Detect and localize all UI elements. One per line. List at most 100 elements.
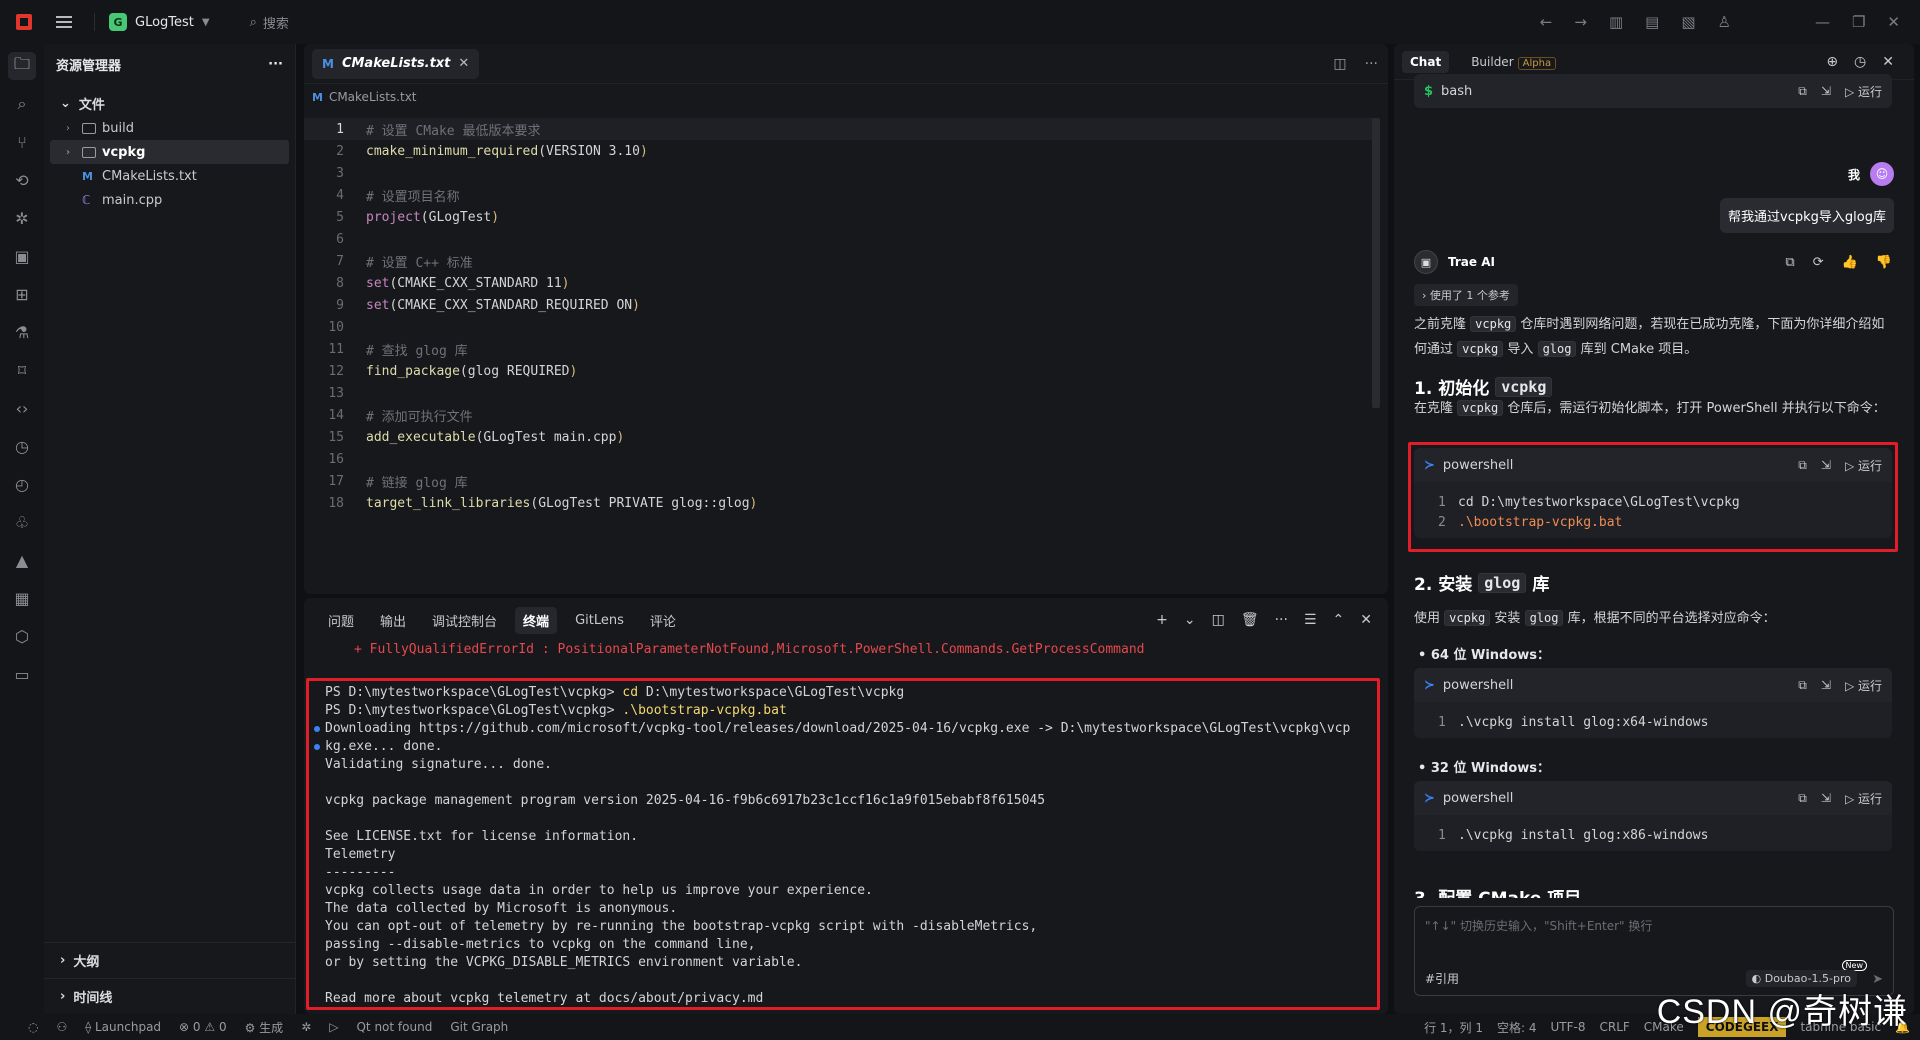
insert-icon[interactable]: ⇲	[1821, 458, 1831, 472]
trash-icon[interactable]: 🗑	[1241, 612, 1259, 628]
tree-item-main-cpp[interactable]: ℂ main.cpp	[50, 188, 289, 212]
settings-sliders-icon[interactable]: ☰	[1304, 612, 1317, 628]
code-line[interactable]: 8 set(CMAKE_CXX_STANDARD 11)	[304, 272, 1374, 294]
code-line[interactable]: 17 # 链接 glog 库	[304, 470, 1374, 492]
maximize-panel-icon[interactable]: ⌃	[1333, 612, 1345, 628]
forward-arrow-icon[interactable]: →	[1574, 13, 1587, 31]
new-chat-icon[interactable]: ⊕	[1826, 54, 1838, 70]
code-line[interactable]: 15 add_executable(GLogTest main.cpp)	[304, 426, 1374, 448]
hamburger-menu-icon[interactable]	[56, 14, 72, 30]
copy-icon[interactable]: ⧉	[1798, 458, 1807, 473]
tree-item-cmakelists[interactable]: M CMakeLists.txt	[50, 164, 289, 188]
code-line[interactable]: 7 # 设置 C++ 标准	[304, 250, 1374, 272]
timeline-icon[interactable]: ◷	[8, 432, 36, 460]
toggle-sidebar-icon[interactable]: ▥	[1609, 13, 1623, 31]
tab-problems[interactable]: 问题	[320, 607, 362, 634]
tree-item-build[interactable]: › build	[50, 116, 289, 140]
search-icon[interactable]: ⌕	[8, 90, 36, 118]
bookmark-icon[interactable]: ⌑	[8, 356, 36, 384]
run-button[interactable]: ▷ 运行	[1845, 83, 1882, 100]
more-actions-icon[interactable]: ···	[1275, 612, 1288, 628]
code-line[interactable]: 14 # 添加可执行文件	[304, 404, 1374, 426]
code-line[interactable]: 6	[304, 228, 1374, 250]
remote-icon[interactable]: ⟲	[8, 166, 36, 194]
new-terminal-icon[interactable]: +	[1156, 612, 1168, 628]
history-icon[interactable]: ◴	[8, 470, 36, 498]
chevron-down-icon[interactable]: ▼	[202, 17, 210, 28]
debug-icon[interactable]: ✲	[8, 204, 36, 232]
outline-section-header[interactable]: › 大纲	[44, 942, 295, 978]
chat-input[interactable]: "↑↓" 切换历史输入，"Shift+Enter" 换行 #引用 New ◐ D…	[1414, 906, 1894, 996]
run-button[interactable]: ▷ 运行	[1845, 790, 1882, 807]
code-line[interactable]: 9 set(CMAKE_CXX_STANDARD_REQUIRED ON)	[304, 294, 1374, 316]
tab-builder[interactable]: Builder Alpha	[1463, 51, 1564, 73]
code-line[interactable]: 5 project(GLogTest)	[304, 206, 1374, 228]
testing-icon[interactable]: ⚗	[8, 318, 36, 346]
run-icon[interactable]: ▷	[329, 1020, 338, 1034]
launchpad-item[interactable]: ⟠ Launchpad	[85, 1020, 161, 1034]
git-graph-item[interactable]: Git Graph	[450, 1020, 508, 1034]
tab-comments[interactable]: 评论	[642, 607, 684, 634]
thumbs-down-icon[interactable]: 👎	[1876, 255, 1892, 270]
history-icon[interactable]: ◷	[1854, 54, 1866, 70]
encoding[interactable]: UTF-8	[1551, 1020, 1586, 1034]
project-badge[interactable]: G	[109, 13, 127, 31]
docs-icon[interactable]: ▦	[8, 584, 36, 612]
code-line[interactable]: 13	[304, 382, 1374, 404]
line-ending[interactable]: CRLF	[1599, 1020, 1629, 1034]
explorer-icon[interactable]: 🗀	[8, 52, 36, 80]
regenerate-icon[interactable]: ⟳	[1813, 255, 1824, 270]
build-item[interactable]: ⚙ 生成	[245, 1019, 284, 1036]
more-actions-icon[interactable]: ···	[1365, 56, 1378, 72]
insert-icon[interactable]: ⇲	[1821, 84, 1831, 98]
package-icon[interactable]: ⬡	[8, 622, 36, 650]
split-editor-icon[interactable]: ◫	[1333, 56, 1346, 72]
minimize-icon[interactable]: —	[1815, 13, 1830, 31]
code-line[interactable]: 2 cmake_minimum_required(VERSION 3.10)	[304, 140, 1374, 162]
more-actions-icon[interactable]: ···	[268, 57, 283, 72]
code-line[interactable]: 16	[304, 448, 1374, 470]
split-terminal-icon[interactable]: ◫	[1212, 612, 1225, 628]
close-tab-icon[interactable]: ✕	[458, 56, 469, 71]
tab-terminal[interactable]: 终端	[515, 606, 558, 634]
close-icon[interactable]: ✕	[1882, 54, 1894, 70]
cmake-icon[interactable]: ▲	[8, 546, 36, 574]
terminal-icon[interactable]: ▭	[8, 660, 36, 688]
breadcrumb[interactable]: M CMakeLists.txt	[304, 84, 1388, 110]
code-line[interactable]: 12 find_package(glog REQUIRED)	[304, 360, 1374, 382]
copy-icon[interactable]: ⧉	[1798, 791, 1807, 806]
code-area[interactable]: 1 # 设置 CMake 最低版本要求 2 cmake_minimum_require…	[304, 118, 1374, 514]
toggle-secondary-sidebar-icon[interactable]: ▧	[1681, 13, 1695, 31]
tab-chat[interactable]: Chat	[1402, 50, 1450, 73]
close-panel-icon[interactable]: ✕	[1360, 612, 1372, 628]
cursor-position[interactable]: 行 1，列 1	[1424, 1019, 1483, 1036]
files-section-header[interactable]: ⌄ 文件	[44, 90, 295, 116]
insert-icon[interactable]: ⇲	[1821, 678, 1831, 692]
tree-item-vcpkg[interactable]: › vcpkg	[50, 140, 289, 164]
copy-icon[interactable]: ⧉	[1798, 678, 1807, 693]
run-button[interactable]: ▷ 运行	[1845, 457, 1882, 474]
terminal-output-highlight[interactable]: PS D:\mytestworkspace\GLogTest\vcpkg> cd…	[306, 678, 1380, 1010]
source-control-icon[interactable]: ⑂	[8, 128, 36, 156]
code-line[interactable]: 4 # 设置项目名称	[304, 184, 1374, 206]
remote-status-icon[interactable]: ◌	[28, 1020, 38, 1034]
tab-debug-console[interactable]: 调试控制台	[424, 607, 505, 634]
code-line[interactable]: 11 # 查找 glog 库	[304, 338, 1374, 360]
back-arrow-icon[interactable]: ←	[1540, 13, 1553, 31]
editor-scrollbar[interactable]	[1372, 118, 1380, 408]
tab-output[interactable]: 输出	[372, 607, 414, 634]
chevron-down-icon[interactable]: ⌄	[1184, 612, 1196, 628]
problems-item[interactable]: ⊗ 0 ⚠ 0	[179, 1020, 227, 1034]
close-window-icon[interactable]: ✕	[1887, 13, 1900, 31]
reference-chip[interactable]: › 使用了 1 个参考	[1414, 284, 1518, 306]
code-line[interactable]: 10	[304, 316, 1374, 338]
tab-cmakelists[interactable]: M CMakeLists.txt ✕	[312, 48, 480, 79]
timeline-section-header[interactable]: › 时间线	[44, 978, 295, 1014]
restore-icon[interactable]: ❐	[1852, 13, 1865, 31]
search-box[interactable]: ⌕ 搜索	[250, 13, 289, 32]
debug-gear-icon[interactable]: ✲	[301, 1020, 311, 1034]
copilot-icon[interactable]: ⚇	[56, 1020, 67, 1034]
remote-explorer-icon[interactable]: ▣	[8, 242, 36, 270]
run-button[interactable]: ▷ 运行	[1845, 677, 1882, 694]
code-icon[interactable]: ‹›	[8, 394, 36, 422]
